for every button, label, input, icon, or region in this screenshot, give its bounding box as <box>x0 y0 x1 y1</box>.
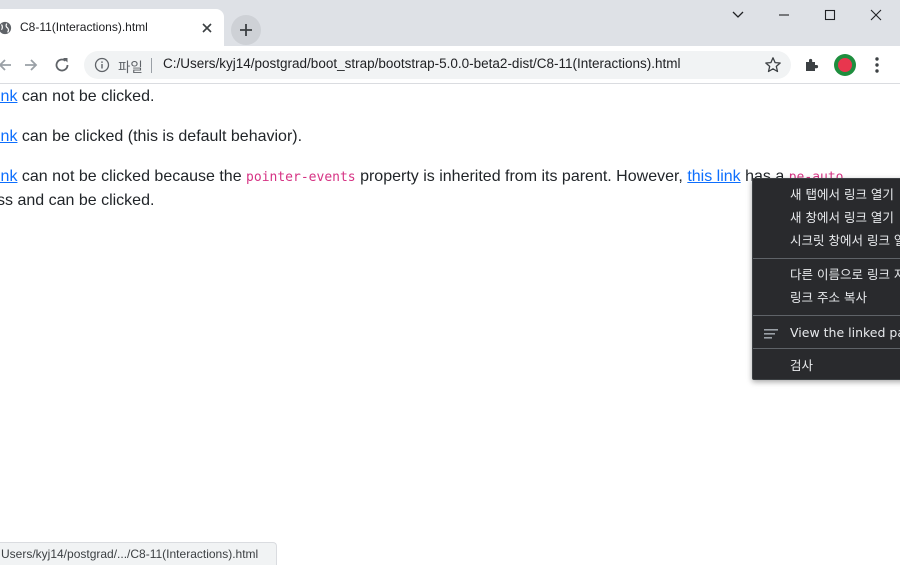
paragraph-1-text: can not be clicked. <box>17 88 155 105</box>
close-icon[interactable] <box>199 20 215 36</box>
info-icon[interactable] <box>94 57 110 73</box>
reload-icon <box>55 58 69 72</box>
browser-menu-button[interactable] <box>866 54 888 76</box>
context-menu: 새 탭에서 링크 열기 새 창에서 링크 열기 시크릿 창에서 링크 열기 다른… <box>752 178 900 380</box>
menu-item-inspect[interactable]: 검사 <box>790 355 813 377</box>
menu-item-open-new-tab[interactable]: 새 탭에서 링크 열기 <box>790 184 894 206</box>
avatar <box>838 58 852 72</box>
omnibox-divider <box>151 58 152 73</box>
menu-separator <box>753 348 900 349</box>
tab-strip: C8-11(Interactions).html <box>0 0 900 46</box>
forward-button[interactable] <box>20 54 42 76</box>
pe-auto-link[interactable]: this link <box>687 168 740 185</box>
url-text[interactable]: C:/Users/kyj14/postgrad/boot_strap/boots… <box>163 56 681 71</box>
menu-item-open-new-window[interactable]: 새 창에서 링크 열기 <box>790 207 894 229</box>
reload-button[interactable] <box>51 54 73 76</box>
link-status-bubble: Users/kyj14/postgrad/.../C8-11(Interacti… <box>0 542 278 565</box>
plus-icon <box>240 24 252 36</box>
menu-item-save-link-as[interactable]: 다른 이름으로 링크 저장... <box>790 264 900 286</box>
profile-avatar[interactable] <box>834 54 856 76</box>
paragraph-2-text: can be clicked (this is default behavior… <box>17 128 303 145</box>
forward-arrow-icon <box>25 59 38 71</box>
menu-item-open-incognito[interactable]: 시크릿 창에서 링크 열기 <box>790 230 900 252</box>
maximize-button[interactable] <box>807 0 853 30</box>
address-bar[interactable]: 파일 C:/Users/kyj14/postgrad/boot_strap/bo… <box>84 51 791 79</box>
star-icon[interactable] <box>764 56 782 74</box>
menu-separator <box>753 258 900 259</box>
globe-icon <box>0 21 12 35</box>
paragraph-1: s link can not be clicked. <box>0 85 154 109</box>
lines-icon <box>764 329 778 339</box>
paragraph-3: s link can not be clicked because the po… <box>0 165 844 190</box>
scheme-label: 파일 <box>118 60 143 76</box>
menu-separator <box>753 315 900 316</box>
menu-item-copy-link-address[interactable]: 링크 주소 복사 <box>790 287 867 309</box>
paragraph-3-text-b: property is inherited from its parent. H… <box>355 168 688 185</box>
back-arrow-icon <box>0 59 11 71</box>
paragraph-3-text-a: can not be clicked because the <box>17 168 247 185</box>
browser-toolbar: 파일 C:/Users/kyj14/postgrad/boot_strap/bo… <box>0 46 900 84</box>
new-tab-button[interactable] <box>231 15 261 45</box>
active-tab[interactable]: C8-11(Interactions).html <box>0 9 224 46</box>
minimize-icon <box>779 14 789 16</box>
back-button[interactable] <box>0 54 16 76</box>
tab-search-button[interactable] <box>715 0 761 30</box>
paragraph-2: s link can be clicked (this is default b… <box>0 125 302 149</box>
inherited-disabled-link: s link <box>0 168 18 185</box>
minimize-button[interactable] <box>761 0 807 30</box>
maximize-icon <box>824 9 836 21</box>
disabled-link: s link <box>0 88 18 105</box>
browser-window: C8-11(Interactions).html 파일 C:/Users/kyj… <box>0 0 900 565</box>
chevron-down-icon <box>732 11 744 18</box>
extensions-button[interactable] <box>801 54 823 76</box>
kebab-menu-icon <box>875 57 879 73</box>
close-icon <box>870 9 882 21</box>
paragraph-3-continued: ss and can be clicked. <box>0 192 155 209</box>
window-close-button[interactable] <box>853 0 899 30</box>
puzzle-icon <box>806 58 819 71</box>
code-pointer-events: pointer-events <box>246 170 356 185</box>
menu-item-view-linked-page[interactable]: View the linked page <box>790 322 900 344</box>
tab-title: C8-11(Interactions).html <box>20 20 148 34</box>
clickable-link[interactable]: s link <box>0 128 17 145</box>
